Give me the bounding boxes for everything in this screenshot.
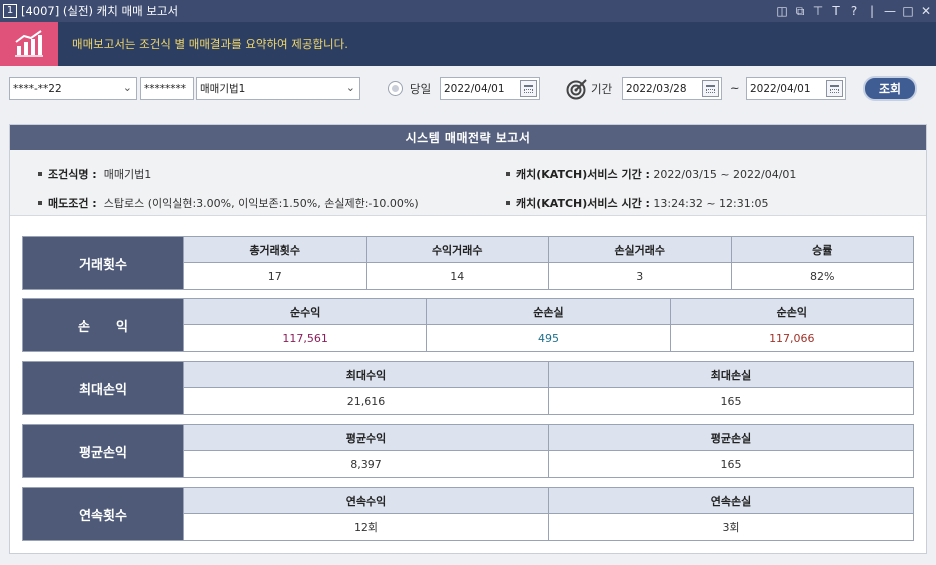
conditions-box: 조건식명 : 매매기법1 매도조건 : 스탑로스 (이익실현:3.00%, 이익… (10, 150, 926, 216)
pin-icon[interactable]: ⊤ (812, 4, 824, 18)
chevron-down-icon: ⌄ (345, 81, 355, 94)
trade-count-group: 거래횟수 총거래횟수 17 수익거래수 14 손실거래수 3 승률 82% (22, 236, 914, 290)
password-value: ******** (144, 82, 186, 95)
column-value: 82% (731, 263, 913, 289)
condition-name: 조건식명 : 매매기법1 (38, 166, 151, 182)
banner-message: 매매보고서는 조건식 별 매매결과를 요약하여 제공합니다. (72, 37, 348, 51)
column-header: 수익거래수 (366, 237, 548, 263)
account-value: ****-**22 (13, 82, 62, 95)
column-header: 평균손실 (549, 425, 913, 451)
help-icon[interactable]: ? (848, 4, 860, 18)
password-field[interactable]: ******** (140, 77, 194, 100)
net-pnl-value: 117,066 (670, 325, 913, 351)
column-header: 손실거래수 (549, 237, 731, 263)
today-radio[interactable] (388, 81, 403, 96)
column-value: 3회 (549, 514, 913, 540)
divider-icon: | (869, 4, 875, 18)
today-date-field[interactable]: 2022/04/01 (440, 77, 540, 100)
font-icon[interactable]: T (830, 4, 842, 18)
group-label: 최대손익 (23, 362, 183, 414)
service-period-label: 캐치(KATCH)서비스 기간 : (516, 168, 650, 181)
column-value: 8,397 (184, 451, 548, 477)
sell-condition: 매도조건 : 스탑로스 (이익실현:3.00%, 이익보존:1.50%, 손실제… (38, 195, 419, 211)
close-icon[interactable]: ✕ (920, 4, 932, 18)
column-value: 12회 (184, 514, 548, 540)
calendar-icon[interactable] (826, 80, 843, 97)
period-separator: ~ (730, 81, 740, 95)
column-header: 순손실 (427, 299, 670, 325)
service-period: 캐치(KATCH)서비스 기간 : 2022/03/15 ~ 2022/04/0… (506, 166, 796, 182)
condition-name-value: 매매기법1 (103, 168, 152, 181)
streak-group: 연속횟수 연속수익 12회 연속손실 3회 (22, 487, 914, 541)
account-select[interactable]: ****-**22 ⌄ (9, 77, 137, 100)
condition-name-label: 조건식명 : (48, 168, 97, 181)
column-value: 14 (366, 263, 548, 289)
today-label: 당일 (410, 82, 432, 96)
column-header: 평균수익 (184, 425, 548, 451)
avg-pnl-group: 평균손익 평균수익 8,397 평균손실 165 (22, 424, 914, 478)
group-label: 거래횟수 (23, 237, 183, 289)
maximize-icon[interactable]: □ (902, 4, 914, 18)
service-time: 캐치(KATCH)서비스 시간 : 13:24:32 ~ 12:31:05 (506, 195, 768, 211)
service-time-label: 캐치(KATCH)서비스 시간 : (516, 197, 650, 210)
service-period-value: 2022/03/15 ~ 2022/04/01 (653, 168, 797, 181)
column-value: 3 (549, 263, 731, 289)
column-header: 최대손실 (549, 362, 913, 388)
sell-condition-label: 매도조건 : (48, 197, 97, 210)
window-controls: ◫ ⧉ ⊤ T ? | — □ ✕ (776, 0, 932, 22)
strategy-value: 매매기법1 (200, 83, 246, 95)
window-number: 1 (3, 4, 17, 18)
column-header: 승률 (731, 237, 913, 263)
query-button[interactable]: 조회 (863, 76, 917, 101)
report-chart-icon (0, 22, 58, 66)
toolbar: ****-**22 ⌄ ******** 매매기법1 ⌄ 당일 2022/04/… (0, 66, 936, 112)
title-bar: 1 [4007] (실전) 캐치 매매 보고서 ◫ ⧉ ⊤ T ? | — □ … (0, 0, 936, 22)
report-panel: 시스템 매매전략 보고서 조건식명 : 매매기법1 매도조건 : 스탑로스 (이… (9, 124, 927, 554)
column-value: 165 (549, 388, 913, 414)
column-header: 연속손실 (549, 488, 913, 514)
net-profit-value: 117,561 (184, 325, 427, 351)
group-label: 연속횟수 (23, 488, 183, 540)
service-time-value: 13:24:32 ~ 12:31:05 (653, 197, 769, 210)
copy-icon[interactable]: ⧉ (794, 4, 806, 19)
column-value: 17 (184, 263, 366, 289)
period-start-value: 2022/03/28 (626, 82, 687, 95)
column-header: 순수익 (184, 299, 427, 325)
link-icon[interactable]: ◫ (776, 4, 788, 18)
minimize-icon[interactable]: — (884, 4, 896, 18)
profit-loss-group: 손 익 순수익 117,561 순손실 495 순손익 117,066 (22, 298, 914, 352)
info-banner: 매매보고서는 조건식 별 매매결과를 요약하여 제공합니다. (0, 22, 936, 66)
group-label: 평균손익 (23, 425, 183, 477)
period-end-value: 2022/04/01 (750, 82, 811, 95)
net-loss-value: 495 (427, 325, 670, 351)
sell-condition-value: 스탑로스 (이익실현:3.00%, 이익보존:1.50%, 손실제한:-10.0… (103, 197, 419, 210)
period-label: 기간 (591, 82, 613, 96)
column-value: 21,616 (184, 388, 548, 414)
column-header: 총거래횟수 (184, 237, 366, 263)
period-end-field[interactable]: 2022/04/01 (746, 77, 846, 100)
period-start-field[interactable]: 2022/03/28 (622, 77, 722, 100)
column-header: 최대수익 (184, 362, 548, 388)
column-header: 연속수익 (184, 488, 548, 514)
report-title: 시스템 매매전략 보고서 (10, 125, 926, 150)
strategy-select[interactable]: 매매기법1 ⌄ (196, 77, 360, 100)
max-pnl-group: 최대손익 최대수익 21,616 최대손실 165 (22, 361, 914, 415)
column-value: 165 (549, 451, 913, 477)
target-icon (566, 79, 587, 100)
window-title: [4007] (실전) 캐치 매매 보고서 (21, 4, 179, 18)
today-date-value: 2022/04/01 (444, 82, 505, 95)
column-header: 순손익 (670, 299, 913, 325)
calendar-icon[interactable] (520, 80, 537, 97)
calendar-icon[interactable] (702, 80, 719, 97)
group-label: 손 익 (23, 299, 183, 351)
chevron-down-icon: ⌄ (122, 81, 132, 94)
